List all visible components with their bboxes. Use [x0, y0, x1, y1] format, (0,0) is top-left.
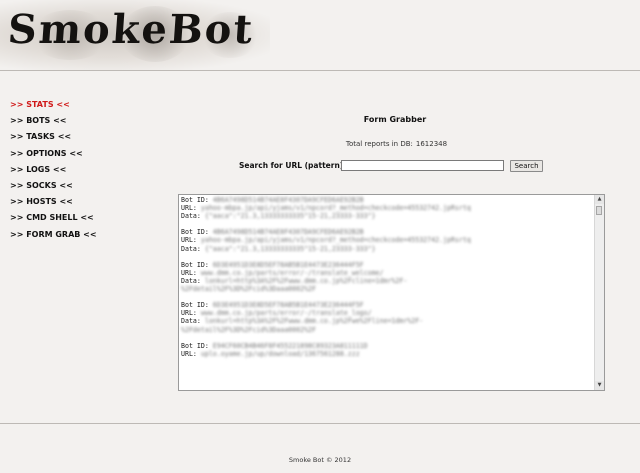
nav-item-hosts[interactable]: >> HOSTS <<: [10, 197, 97, 213]
nav-item-tasks[interactable]: >> TASKS <<: [10, 132, 97, 148]
scroll-down-icon[interactable]: ▼: [595, 381, 604, 390]
nav-item-socks[interactable]: >> SOCKS <<: [10, 181, 97, 197]
logo: SmokeBot: [0, 0, 270, 70]
total-reports: Total reports in DB: 1612348: [300, 140, 490, 148]
scrollbar[interactable]: ▲ ▼: [594, 195, 604, 390]
nav-item-options[interactable]: >> OPTIONS <<: [10, 149, 97, 165]
total-reports-value: 1612348: [415, 140, 448, 148]
reports-list: Bot ID: 4B6A7498D514B74AE8F4307DA9CFED6A…: [181, 196, 591, 366]
nav-item-cmd-shell[interactable]: >> CMD SHELL <<: [10, 213, 97, 229]
nav-item-form-grab[interactable]: >> FORM GRAB <<: [10, 230, 97, 246]
header-divider: [0, 70, 640, 71]
nav-item-bots[interactable]: >> BOTS <<: [10, 116, 97, 132]
sidebar-nav: >> STATS << >> BOTS << >> TASKS << >> OP…: [10, 100, 97, 246]
search-button[interactable]: Search: [510, 160, 543, 172]
report-entry: Bot ID: 4B6A7498D514B74AE8F4307DA9CFED6A…: [181, 196, 471, 221]
nav-item-stats[interactable]: >> STATS <<: [10, 100, 97, 116]
footer-text: Smoke Bot © 2012: [288, 456, 352, 464]
logo-text: SmokeBot: [6, 6, 256, 53]
report-entry: Bot ID: E94CF60CB4B46F8F455221898C89323A…: [181, 341, 368, 358]
nav-item-logs[interactable]: >> LOGS <<: [10, 165, 97, 181]
report-entry: Bot ID: 6D3E4951D3E8D5EF78AB5B1E4473E236…: [181, 301, 424, 334]
report-entry: Bot ID: 6D3E4951D3E8D5EF78AB5B1E4473E236…: [181, 260, 408, 294]
report-entry: Bot ID: 4B6A7498D514B74AE8F4307DA9CFED6A…: [181, 228, 471, 253]
total-reports-label: Total reports in DB:: [345, 140, 413, 148]
reports-textarea[interactable]: Bot ID: 4B6A7498D514B74AE8F4307DA9CFED6A…: [178, 194, 605, 391]
search-label: Search for URL (pattern):: [239, 161, 347, 170]
page-title: Form Grabber: [363, 115, 427, 124]
scroll-up-icon[interactable]: ▲: [595, 195, 604, 204]
search-input[interactable]: [341, 160, 504, 171]
header: SmokeBot: [0, 0, 640, 70]
footer-divider: [0, 423, 640, 424]
scrollbar-thumb[interactable]: [596, 206, 602, 215]
